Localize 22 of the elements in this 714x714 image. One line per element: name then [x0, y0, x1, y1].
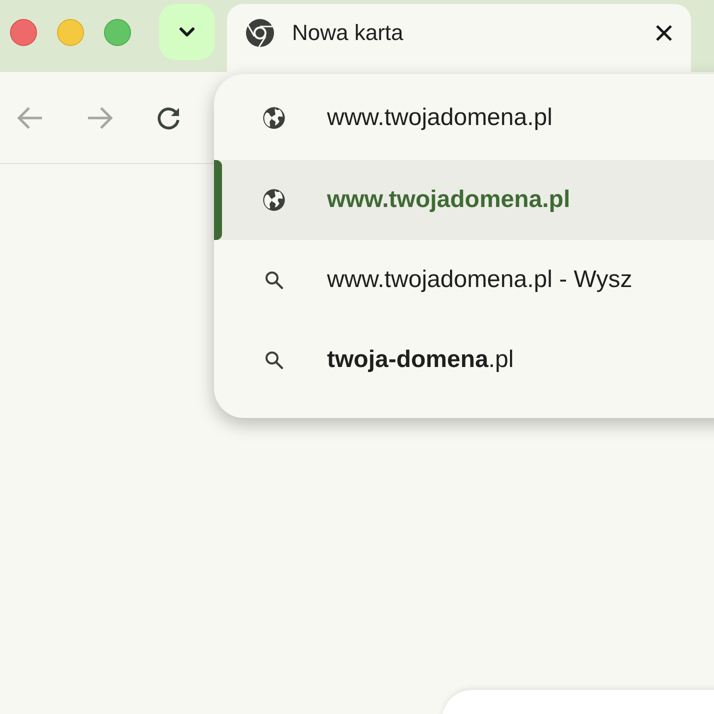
suggestion-text: twoja-domena.pl [327, 345, 514, 375]
suggestion-text: www.twojadomena.pl [327, 103, 552, 133]
browser-tab[interactable]: Nowa karta [227, 4, 691, 72]
back-arrow-icon[interactable] [16, 104, 44, 130]
maximize-window-button[interactable] [104, 19, 131, 46]
globe-icon [261, 105, 287, 131]
suggestion-item[interactable]: www.twojadomena.pl - Wysz [214, 240, 714, 320]
chevron-down-icon [178, 26, 196, 38]
close-tab-icon[interactable] [655, 24, 673, 42]
reload-icon[interactable] [156, 104, 182, 130]
suggestion-text: www.twojadomena.pl - Wysz [327, 265, 632, 295]
suggestion-item[interactable]: www.twojadomena.pl [214, 160, 714, 240]
suggestion-text: www.twojadomena.pl [327, 185, 570, 215]
suggestion-item[interactable]: twoja-domena.pl [214, 320, 714, 400]
close-window-button[interactable] [10, 19, 37, 46]
globe-icon [261, 187, 287, 213]
forward-arrow-icon[interactable] [86, 104, 114, 130]
browser-logo-icon [245, 18, 275, 48]
suggestion-item[interactable]: www.twojadomena.pl [214, 78, 714, 158]
minimize-window-button[interactable] [57, 19, 84, 46]
tab-search-button[interactable] [159, 4, 215, 60]
tab-title: Nowa karta [292, 19, 404, 47]
